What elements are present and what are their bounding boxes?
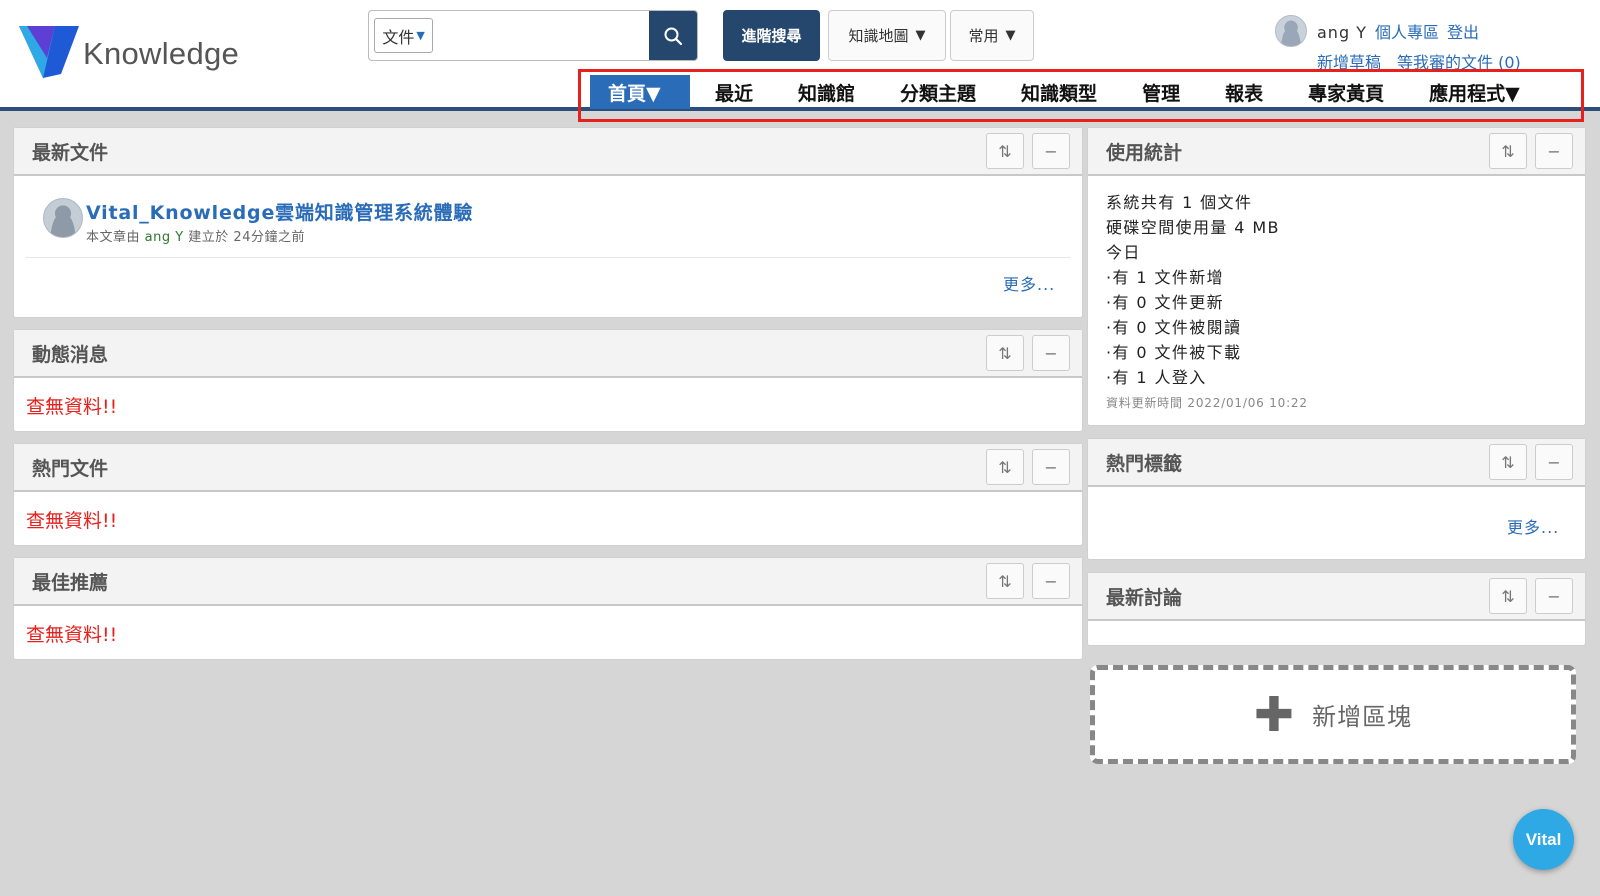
doc-author[interactable]: ang Y (145, 230, 184, 245)
panel-tools: ⇅ − (1489, 578, 1573, 614)
collapse-icon[interactable]: − (1535, 133, 1573, 169)
panel-title: 使用統計 (1106, 141, 1183, 164)
stat-disk-usage: 硬碟空間使用量 4 MB (1106, 218, 1280, 237)
panel-tools: ⇅ − (1489, 133, 1573, 169)
panel-usage-stats: 使用統計 ⇅ − 系統共有 1 個文件 硬碟空間使用量 4 MB 今日 ·有 1… (1087, 127, 1586, 426)
panel-latest-docs: 最新文件 ⇅ − Vital_Knowledge雲端知識管理系統體驗 本文章由 … (13, 127, 1083, 318)
common-label: 常用 (968, 27, 999, 45)
no-data-message: 查無資料!! (26, 624, 118, 646)
user-line: ang Y 個人專區 登出 (1317, 19, 1479, 43)
search-box: 文件 ▼ (368, 10, 698, 61)
vital-chat-button[interactable]: Vital (1513, 809, 1574, 870)
panel-title: 熱門標籤 (1106, 452, 1183, 475)
panel-header: 最佳推薦 ⇅ − (14, 558, 1082, 606)
no-data-message: 查無資料!! (26, 510, 118, 532)
panel-title: 最新討論 (1106, 586, 1183, 609)
panel-header: 使用統計 ⇅ − (1088, 128, 1585, 176)
search-scope-value: 文件 (382, 27, 415, 47)
stat-today: 今日 (1106, 243, 1141, 262)
stat-total-docs: 系統共有 1 個文件 (1106, 193, 1253, 212)
panel-header: 熱門標籤 ⇅ − (1088, 439, 1585, 487)
logo-text: Knowledge (83, 36, 240, 71)
collapse-icon[interactable]: − (1032, 449, 1070, 485)
refresh-icon[interactable]: ⇅ (986, 449, 1024, 485)
stat-updated-time: 資料更新時間 2022/01/06 10:22 (1106, 396, 1308, 410)
add-block-button[interactable]: ✚ 新增區塊 (1090, 665, 1576, 764)
more-link[interactable]: 更多... (1507, 514, 1559, 538)
panel-tools: ⇅ − (986, 335, 1070, 371)
knowledge-map-dropdown[interactable]: 知識地圖 ▼ (828, 10, 946, 61)
panel-tools: ⇅ − (986, 449, 1070, 485)
search-button[interactable] (649, 11, 697, 60)
search-scope-select[interactable]: 文件 ▼ (374, 18, 434, 53)
refresh-icon[interactable]: ⇅ (986, 133, 1024, 169)
doc-title-link[interactable]: Vital_Knowledge雲端知識管理系統體驗 (86, 198, 473, 225)
user-avatar[interactable] (1275, 15, 1307, 47)
refresh-icon[interactable]: ⇅ (1489, 133, 1527, 169)
logout-link[interactable]: 登出 (1447, 23, 1479, 42)
panel-title: 最新文件 (32, 141, 109, 164)
caret-down-icon: ▼ (416, 29, 425, 42)
user-name: ang Y (1317, 23, 1367, 42)
caret-down-icon: ▼ (915, 28, 926, 43)
refresh-icon[interactable]: ⇅ (1489, 578, 1527, 614)
stat-logins: ·有 1 人登入 (1106, 368, 1207, 387)
knowledge-map-label: 知識地圖 (848, 27, 909, 45)
panel-header: 熱門文件 ⇅ − (14, 444, 1082, 492)
caret-down-icon: ▼ (1005, 28, 1016, 43)
nav-highlight-box (578, 69, 1584, 122)
add-block-label: 新增區塊 (1312, 703, 1413, 731)
doc-meta-suffix: 建立於 24分鐘之前 (183, 230, 305, 245)
more-link[interactable]: 更多... (1003, 271, 1055, 295)
knowledge-logo-icon (19, 26, 79, 78)
panel-hot-tags: 熱門標籤 ⇅ − 更多... (1087, 438, 1586, 560)
panel-header: 最新文件 ⇅ − (14, 128, 1082, 176)
stat-new-docs: ·有 1 文件新增 (1106, 268, 1225, 287)
logo[interactable]: Knowledge (17, 24, 239, 80)
usage-stats: 系統共有 1 個文件 硬碟空間使用量 4 MB 今日 ·有 1 文件新增 ·有 … (1088, 176, 1585, 411)
collapse-icon[interactable]: − (1032, 335, 1070, 371)
list-item: Vital_Knowledge雲端知識管理系統體驗 本文章由 ang Y 建立於… (26, 198, 1070, 258)
collapse-icon[interactable]: − (1032, 133, 1070, 169)
panel-tools: ⇅ − (986, 563, 1070, 599)
panel-title: 熱門文件 (32, 457, 109, 480)
panel-title: 動態消息 (32, 343, 109, 366)
panel-header: 最新討論 ⇅ − (1088, 573, 1585, 621)
doc-meta: 本文章由 ang Y 建立於 24分鐘之前 (86, 226, 305, 245)
search-icon (664, 27, 683, 45)
plus-icon: ✚ (1253, 686, 1295, 743)
doc-meta-prefix: 本文章由 (86, 230, 145, 245)
stat-downloaded-docs: ·有 0 文件被下載 (1106, 343, 1242, 362)
refresh-icon[interactable]: ⇅ (986, 335, 1024, 371)
personal-area-link[interactable]: 個人專區 (1375, 23, 1439, 42)
stat-updated-docs: ·有 0 文件更新 (1106, 293, 1225, 312)
panel-hot-docs: 熱門文件 ⇅ − 查無資料!! (13, 443, 1083, 546)
panel-tools: ⇅ − (986, 133, 1070, 169)
panel-news: 動態消息 ⇅ − 查無資料!! (13, 329, 1083, 432)
common-dropdown[interactable]: 常用 ▼ (950, 10, 1034, 61)
vital-fab-label: Vital (1525, 829, 1562, 849)
stat-read-docs: ·有 0 文件被閱讀 (1106, 318, 1242, 337)
collapse-icon[interactable]: − (1535, 578, 1573, 614)
panel-tools: ⇅ − (1489, 444, 1573, 480)
collapse-icon[interactable]: − (1535, 444, 1573, 480)
refresh-icon[interactable]: ⇅ (986, 563, 1024, 599)
panel-title: 最佳推薦 (32, 571, 109, 594)
no-data-message: 查無資料!! (26, 396, 118, 418)
refresh-icon[interactable]: ⇅ (1489, 444, 1527, 480)
search-input[interactable] (433, 11, 650, 60)
author-avatar (43, 198, 83, 238)
panel-header: 動態消息 ⇅ − (14, 330, 1082, 378)
collapse-icon[interactable]: − (1032, 563, 1070, 599)
panel-latest-discussion: 最新討論 ⇅ − (1087, 572, 1586, 646)
panel-best: 最佳推薦 ⇅ − 查無資料!! (13, 557, 1083, 660)
advanced-search-button[interactable]: 進階搜尋 (723, 10, 820, 61)
